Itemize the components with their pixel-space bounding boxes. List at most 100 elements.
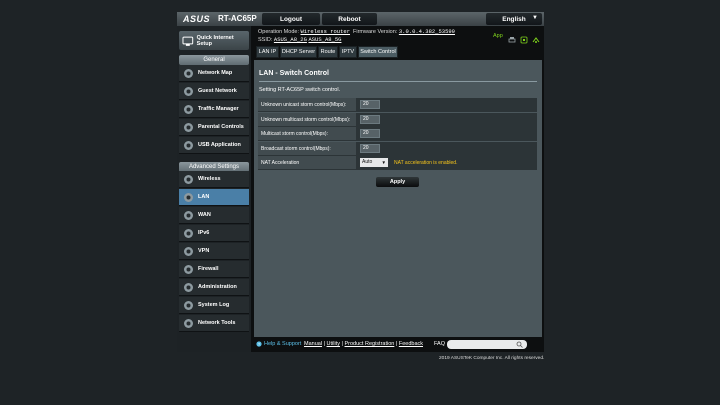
sidebar-item-label: USB Application [198, 142, 241, 148]
faq-search-input[interactable] [447, 340, 527, 349]
copyright: 2019 ASUSTeK Computer Inc. All rights re… [439, 356, 545, 361]
sidebar-item-label: WAN [198, 212, 211, 218]
sidebar-item-label: Administration [198, 284, 237, 290]
nat-status-note: NAT acceleration is enabled. [394, 160, 458, 166]
quick-setup-label: Quick Internet Setup [196, 34, 234, 47]
chevron-down-icon: ▼ [532, 15, 538, 21]
ssid-5g-link[interactable]: ASUS_A8_5G [308, 36, 341, 43]
ssid-2g-link[interactable]: ASUS_A8_2G [274, 36, 307, 43]
sidebar-item-lan[interactable]: LAN [179, 189, 249, 206]
sidebar-item-wireless[interactable]: Wireless [179, 171, 249, 188]
printer-icon[interactable] [508, 31, 516, 43]
product-registration-link[interactable]: Product Registration [345, 341, 395, 347]
traffic-manager-icon [184, 104, 193, 114]
reboot-button[interactable]: Reboot [322, 13, 377, 25]
setting-row: Unknown multicast storm control(Mbps): 20 [258, 112, 537, 127]
nat-acceleration-row: NAT Acceleration Auto ▼ NAT acceleration … [258, 156, 537, 170]
sidebar-item-label: System Log [198, 302, 230, 308]
sidebar-item-label: Wireless [198, 176, 221, 182]
app-link[interactable]: App [493, 33, 503, 39]
usb-status-icon[interactable] [520, 31, 528, 44]
tab-iptv[interactable]: IPTV [339, 46, 357, 58]
sidebar-item-parental-controls[interactable]: Parental Controls [179, 119, 249, 136]
setting-row: Unknown unicast storm control(Mbps): 20 [258, 98, 537, 112]
quick-internet-setup-button[interactable]: Quick Internet Setup [179, 31, 249, 50]
setting-label: Unknown unicast storm control(Mbps): [261, 102, 347, 108]
nat-acceleration-select[interactable]: Auto ▼ [360, 158, 388, 167]
asus-logo: ASUS [183, 14, 211, 24]
firmware-link[interactable]: 3.0.0.4.382_53599 [399, 28, 455, 35]
setting-label: Unknown multicast storm control(Mbps): [261, 116, 351, 123]
sidebar-item-label: Network Tools [198, 320, 236, 326]
logout-button[interactable]: Logout [262, 13, 320, 25]
tab-lan-ip[interactable]: LAN IP [256, 46, 279, 58]
sidebar-item-ipv6[interactable]: IPv6 [179, 225, 249, 242]
sidebar-item-wan[interactable]: WAN [179, 207, 249, 224]
parental-controls-icon [184, 122, 193, 132]
utility-link[interactable]: Utility [327, 341, 340, 347]
storm-control-input[interactable]: 20 [360, 143, 380, 153]
network-tools-icon [184, 318, 193, 328]
network-map-icon [184, 68, 193, 78]
title-divider [259, 81, 537, 82]
operation-mode-link[interactable]: Wireless router [301, 28, 351, 35]
sidebar-item-label: Parental Controls [198, 124, 244, 130]
setting-label: Broadcast storm control(Mbps): [261, 145, 331, 152]
sidebar-item-traffic-manager[interactable]: Traffic Manager [179, 101, 249, 118]
wan-icon [184, 210, 193, 220]
sidebar-item-guest-network[interactable]: Guest Network [179, 83, 249, 100]
apply-button[interactable]: Apply [376, 177, 419, 187]
network-status-icon[interactable] [532, 31, 540, 43]
status-info: Operation Mode: Wireless router Firmware … [258, 28, 455, 43]
vpn-icon [184, 246, 193, 256]
sidebar-item-label: Network Map [198, 70, 233, 76]
ipv6-icon [184, 228, 193, 238]
quick-setup-icon [182, 36, 194, 46]
sidebar-item-network-tools[interactable]: Network Tools [179, 315, 249, 332]
faq-label: FAQ [434, 341, 446, 347]
sidebar-item-administration[interactable]: Administration [179, 279, 249, 296]
usb-icon [184, 140, 193, 150]
tab-route[interactable]: Route [318, 46, 338, 58]
search-icon[interactable] [516, 341, 523, 348]
page-title: LAN - Switch Control [259, 70, 329, 77]
administration-icon [184, 282, 193, 292]
language-label: English [502, 15, 526, 23]
sidebar-item-vpn[interactable]: VPN [179, 243, 249, 260]
tab-dhcp-server[interactable]: DHCP Server [280, 46, 317, 58]
page-description: Setting RT-AC65P switch control. [259, 87, 341, 93]
setting-row: Multicast storm control(Mbps): 20 [258, 127, 537, 141]
system-log-icon [184, 300, 193, 310]
sidebar-item-label: Firewall [198, 266, 219, 272]
feedback-link[interactable]: Feedback [399, 341, 423, 347]
wireless-icon [184, 174, 193, 184]
nat-acceleration-label: NAT Acceleration [261, 160, 300, 166]
help-icon: ? [256, 341, 262, 347]
model-name: RT-AC65P [218, 14, 257, 23]
chevron-down-icon: ▼ [381, 160, 386, 165]
sidebar-item-system-log[interactable]: System Log [179, 297, 249, 314]
sidebar-item-network-map[interactable]: Network Map [179, 65, 249, 82]
lan-icon [184, 192, 193, 202]
help-support[interactable]: ? Help & Support [256, 341, 301, 347]
sidebar-item-firewall[interactable]: Firewall [179, 261, 249, 278]
sidebar-item-label: IPv6 [198, 230, 210, 236]
sidebar-item-label: Traffic Manager [198, 106, 239, 112]
firewall-icon [184, 264, 193, 274]
storm-control-input[interactable]: 20 [360, 114, 380, 124]
footer-links: Manual | Utility | Product Registration … [304, 341, 423, 347]
guest-network-icon [184, 86, 193, 96]
sidebar-item-label: Guest Network [198, 88, 237, 94]
sidebar-item-label: LAN [198, 194, 210, 200]
sidebar-item-usb-application[interactable]: USB Application [179, 137, 249, 154]
storm-control-input[interactable]: 20 [360, 129, 380, 138]
status-icons [508, 31, 540, 44]
setting-row: Broadcast storm control(Mbps): 20 [258, 141, 537, 156]
storm-control-input[interactable]: 20 [360, 100, 380, 109]
sidebar-item-label: VPN [198, 248, 210, 254]
setting-label: Multicast storm control(Mbps): [261, 131, 328, 137]
general-section-header: General [179, 55, 249, 65]
tab-switch-control[interactable]: Switch Control [358, 46, 398, 58]
manual-link[interactable]: Manual [304, 341, 322, 347]
language-select[interactable]: English ▼ [486, 13, 542, 25]
